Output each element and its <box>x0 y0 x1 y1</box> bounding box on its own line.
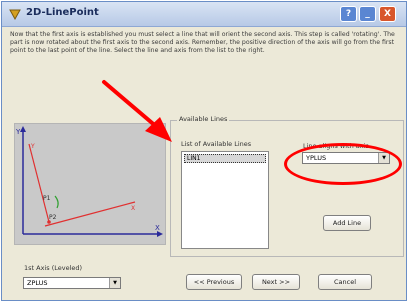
rotated-y-line <box>28 143 50 223</box>
x-axis-label: X <box>155 224 160 232</box>
chevron-down-icon[interactable]: ▼ <box>109 278 120 288</box>
next-button[interactable]: Next >> <box>252 274 300 290</box>
title-bar[interactable]: 2D-LinePoint ? _ X <box>2 2 406 27</box>
rotation-arc <box>54 195 59 209</box>
previous-button[interactable]: << Previous <box>186 274 242 290</box>
axis-diagram: Y X Y X P1 P2 <box>14 123 166 245</box>
first-axis-value: ZPLUS <box>27 279 48 287</box>
first-axis-select[interactable]: ZPLUS ▼ <box>23 277 121 289</box>
window-title: 2D-LinePoint <box>26 7 99 18</box>
cancel-button[interactable]: Cancel <box>318 274 372 290</box>
instructions-text: Now that the first axis is established y… <box>10 31 395 54</box>
p2-label: P2 <box>49 214 57 221</box>
add-line-button[interactable]: Add Line <box>323 215 371 231</box>
app-icon <box>9 9 21 20</box>
highlight-circle <box>284 143 402 185</box>
available-lines-group-label: Available Lines <box>177 115 230 123</box>
p1-label: P1 <box>43 195 51 202</box>
available-lines-list[interactable]: LIN1 <box>181 151 269 249</box>
rotated-y-label: Y <box>30 143 35 150</box>
dialog-window: 2D-LinePoint ? _ X Now that the first ax… <box>1 1 407 301</box>
close-button[interactable]: X <box>379 6 396 22</box>
y-axis-arrow <box>20 126 26 132</box>
rotated-x-label: X <box>131 205 135 212</box>
list-item[interactable]: LIN1 <box>184 154 266 163</box>
list-label: List of Available Lines <box>181 140 252 148</box>
first-axis-label: 1st Axis (Leveled) <box>24 264 83 272</box>
minimize-button[interactable]: _ <box>359 6 376 22</box>
y-axis-label: Y <box>15 128 21 136</box>
help-button[interactable]: ? <box>340 6 357 22</box>
rotated-x-line <box>44 201 136 227</box>
axis-diagram-graphic: Y X Y X P1 P2 <box>15 126 163 237</box>
available-lines-group: Available Lines List of Available Lines … <box>170 115 404 257</box>
